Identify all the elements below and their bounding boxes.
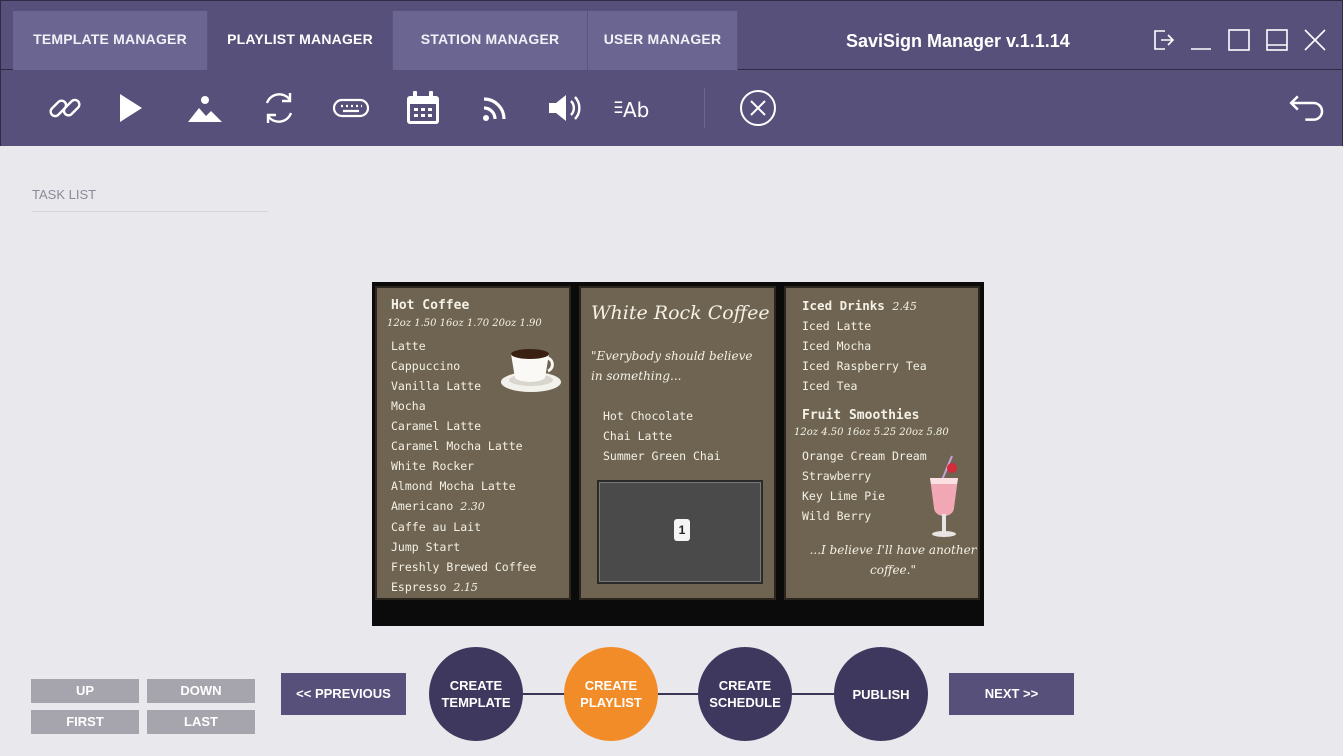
tab-user-manager[interactable]: USER MANAGER bbox=[588, 11, 738, 71]
logout-icon[interactable] bbox=[1150, 27, 1176, 53]
menu-item: Orange Cream Dream bbox=[802, 449, 927, 463]
iced-drinks-title: Iced Drinks bbox=[802, 298, 885, 313]
last-button[interactable]: LAST bbox=[147, 710, 255, 734]
menu-item: Iced Mocha bbox=[802, 339, 872, 353]
hot-coffee-panel[interactable]: Hot Coffee 12oz 1.50 16oz 1.70 20oz 1.90… bbox=[375, 286, 571, 600]
menu-item: Caramel Latte bbox=[391, 419, 482, 433]
menu-item: Caramel Mocha Latte bbox=[391, 439, 523, 453]
maximize-icon[interactable] bbox=[1226, 27, 1252, 53]
keyboard-icon[interactable] bbox=[327, 84, 375, 132]
cancel-circle-icon[interactable] bbox=[734, 84, 782, 132]
toolbar: Ab bbox=[0, 70, 1343, 146]
smoothie-glass-icon bbox=[922, 454, 966, 545]
hot-coffee-heading: Hot Coffee bbox=[391, 298, 470, 313]
menu-item: Iced Tea bbox=[802, 379, 858, 393]
main-tabs: TEMPLATE MANAGER PLAYLIST MANAGER STATIO… bbox=[13, 11, 738, 71]
menu-item: Jump Start bbox=[391, 540, 461, 554]
step-create-template[interactable]: CREATE TEMPLATE bbox=[429, 647, 523, 741]
restore-icon[interactable] bbox=[1264, 27, 1290, 53]
hot-coffee-prices: 12oz 1.50 16oz 1.70 20oz 1.90 bbox=[387, 318, 542, 329]
menu-item-americano: Americano 2.30 bbox=[391, 496, 536, 517]
iced-drinks-menu: Iced Latte Iced Mocha Iced Raspberry Tea… bbox=[802, 316, 927, 396]
menu-item: Iced Latte bbox=[802, 319, 872, 333]
zone-number-badge: 1 bbox=[674, 519, 690, 541]
step-label: CREATE TEMPLATE bbox=[441, 678, 511, 710]
toolbar-separator bbox=[704, 88, 705, 128]
step-label: CREATE SCHEDULE bbox=[709, 678, 781, 710]
calendar-icon[interactable] bbox=[399, 84, 447, 132]
step-create-playlist[interactable]: CREATE PLAYLIST bbox=[564, 647, 658, 741]
smoothies-menu: Orange Cream Dream Strawberry Key Lime P… bbox=[802, 446, 927, 526]
iced-drinks-price: 2.45 bbox=[892, 300, 917, 313]
task-list-title: TASK LIST bbox=[32, 187, 97, 202]
menu-item: Wild Berry bbox=[802, 509, 872, 523]
close-icon[interactable] bbox=[1302, 27, 1328, 53]
center-panel[interactable]: White Rock Coffee "Everybody should beli… bbox=[579, 286, 776, 600]
menu-item: Chai Latte bbox=[603, 429, 673, 443]
task-list-divider bbox=[32, 211, 268, 212]
menu-item: Iced Raspberry Tea bbox=[802, 359, 927, 373]
menu-item: Key Lime Pie bbox=[802, 489, 886, 503]
step-label: CREATE PLAYLIST bbox=[580, 678, 642, 710]
app-title: SaviSign Manager v.1.1.14 bbox=[846, 31, 1070, 51]
americano-price: 2.30 bbox=[460, 500, 485, 513]
menu-item: Summer Green Chai bbox=[603, 449, 721, 463]
step-create-schedule[interactable]: CREATE SCHEDULE bbox=[698, 647, 792, 741]
menu-item: White Rocker bbox=[391, 459, 475, 473]
back-arrow-icon[interactable] bbox=[1283, 84, 1331, 132]
smoothies-prices: 12oz 4.50 16oz 5.25 20oz 5.80 bbox=[794, 427, 949, 438]
menu-item-espresso: Espresso 2.15 bbox=[391, 577, 536, 598]
link-icon[interactable] bbox=[41, 84, 89, 132]
minimize-icon[interactable] bbox=[1188, 27, 1214, 53]
menu-item: Hot Chocolate bbox=[603, 409, 694, 423]
tab-template-manager[interactable]: TEMPLATE MANAGER bbox=[13, 11, 208, 71]
menu-item: Strawberry bbox=[802, 469, 872, 483]
americano-label: Americano bbox=[391, 499, 454, 513]
playlist-zone[interactable]: 1 bbox=[597, 480, 763, 584]
iced-drinks-heading: Iced Drinks 2.45 bbox=[802, 296, 917, 317]
menu-item: Caffe au Lait bbox=[391, 520, 482, 534]
smoothies-heading: Fruit Smoothies bbox=[802, 408, 920, 423]
previous-button[interactable]: << PPREVIOUS bbox=[281, 673, 406, 715]
menu-item: Almond Mocha Latte bbox=[391, 479, 516, 493]
iced-drinks-panel[interactable]: Iced Drinks 2.45 Iced Latte Iced Mocha I… bbox=[784, 286, 980, 600]
next-button[interactable]: NEXT >> bbox=[949, 673, 1074, 715]
espresso-label: Espresso bbox=[391, 580, 447, 594]
menu-item: Mocha bbox=[391, 399, 426, 413]
text-format-icon[interactable]: Ab bbox=[609, 84, 657, 132]
play-icon[interactable] bbox=[105, 84, 153, 132]
template-preview[interactable]: Hot Coffee 12oz 1.50 16oz 1.70 20oz 1.90… bbox=[372, 282, 984, 626]
center-quote: "Everybody should believe in something..… bbox=[591, 349, 753, 383]
cafe-title: White Rock Coffee bbox=[591, 302, 770, 324]
step-publish[interactable]: PUBLISH bbox=[834, 647, 928, 741]
step-label: PUBLISH bbox=[852, 686, 910, 702]
down-button[interactable]: DOWN bbox=[147, 679, 255, 703]
rss-icon[interactable] bbox=[471, 84, 519, 132]
coffee-cup-icon bbox=[499, 340, 563, 399]
menu-item: Freshly Brewed Coffee bbox=[391, 560, 537, 574]
up-button[interactable]: UP bbox=[31, 679, 139, 703]
espresso-price: 2.15 bbox=[453, 581, 478, 594]
image-icon[interactable] bbox=[181, 84, 229, 132]
tab-playlist-manager[interactable]: PLAYLIST MANAGER bbox=[208, 11, 393, 71]
right-quote: ...I believe I'll have another coffee." bbox=[809, 543, 977, 577]
window-controls bbox=[1150, 27, 1328, 53]
first-button[interactable]: FIRST bbox=[31, 710, 139, 734]
center-menu: Hot Chocolate Chai Latte Summer Green Ch… bbox=[603, 406, 721, 466]
title-bar: TEMPLATE MANAGER PLAYLIST MANAGER STATIO… bbox=[0, 0, 1343, 71]
refresh-icon[interactable] bbox=[255, 84, 303, 132]
volume-icon[interactable] bbox=[541, 84, 589, 132]
tab-station-manager[interactable]: STATION MANAGER bbox=[393, 11, 588, 71]
svg-text:Ab: Ab bbox=[623, 98, 649, 122]
